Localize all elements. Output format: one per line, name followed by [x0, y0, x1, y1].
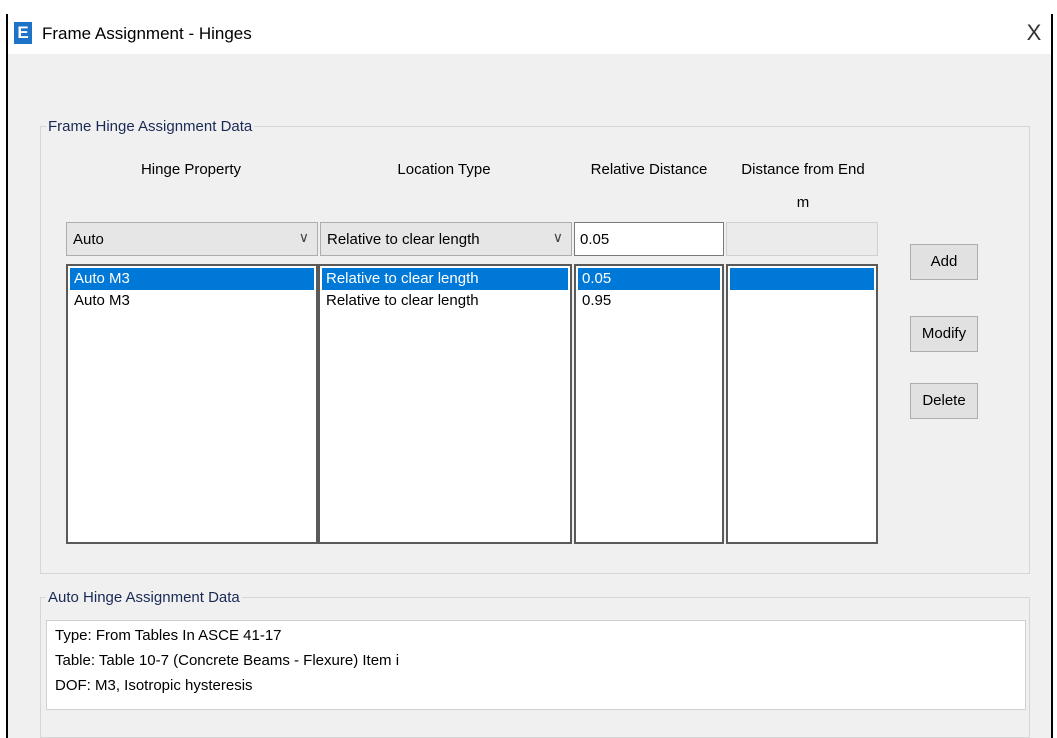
delete-button[interactable]: Delete: [910, 383, 978, 419]
hinge-property-value: Auto: [73, 231, 104, 248]
header-location-type: Location Type: [397, 161, 491, 178]
list-item[interactable]: 0.05: [578, 268, 720, 290]
info-table-line: Table: Table 10-7 (Concrete Beams - Flex…: [55, 652, 400, 669]
modify-button[interactable]: Modify: [910, 316, 978, 352]
window-title: Frame Assignment - Hinges: [42, 24, 252, 43]
frame-hinge-group-label: Frame Hinge Assignment Data: [46, 118, 255, 135]
info-type-line: Type: From Tables In ASCE 41-17: [55, 627, 282, 644]
close-icon[interactable]: X: [1019, 18, 1049, 48]
header-distance-unit: m: [796, 194, 810, 211]
dialog-window: E Frame Assignment - Hinges X Frame Hing…: [6, 14, 1053, 738]
header-distance-from-end: Distance from End: [741, 161, 865, 178]
relative-distance-list[interactable]: 0.05 0.95: [574, 264, 724, 544]
etabs-app-icon: E: [14, 22, 32, 44]
chevron-down-icon: ∨: [552, 229, 563, 245]
location-type-list[interactable]: Relative to clear length Relative to cle…: [318, 264, 572, 544]
distance-from-end-list[interactable]: [726, 264, 878, 544]
location-type-value: Relative to clear length: [327, 231, 480, 248]
hinge-property-dropdown[interactable]: Auto ∨: [66, 222, 318, 256]
list-item[interactable]: Auto M3: [70, 290, 314, 312]
auto-hinge-info-box: Type: From Tables In ASCE 41-17 Table: T…: [46, 620, 1026, 710]
distance-from-end-input: [726, 222, 878, 256]
title-bar: E Frame Assignment - Hinges X: [8, 14, 1051, 54]
relative-distance-value: 0.05: [580, 231, 610, 248]
header-hinge-property: Hinge Property: [140, 161, 242, 178]
list-item[interactable]: [730, 268, 874, 290]
list-item[interactable]: Relative to clear length: [322, 268, 568, 290]
add-button[interactable]: Add: [910, 244, 978, 280]
chevron-down-icon: ∨: [298, 229, 309, 245]
list-item[interactable]: Relative to clear length: [322, 290, 568, 312]
header-relative-distance: Relative Distance: [590, 161, 708, 178]
background-strip: [0, 0, 1057, 14]
auto-hinge-group-label: Auto Hinge Assignment Data: [46, 589, 242, 606]
hinge-property-list[interactable]: Auto M3 Auto M3: [66, 264, 318, 544]
list-item[interactable]: Auto M3: [70, 268, 314, 290]
location-type-dropdown[interactable]: Relative to clear length ∨: [320, 222, 572, 256]
info-dof-line: DOF: M3, Isotropic hysteresis: [55, 677, 253, 694]
list-item[interactable]: 0.95: [578, 290, 720, 312]
relative-distance-input[interactable]: 0.05: [574, 222, 724, 256]
list-item[interactable]: [730, 290, 874, 312]
